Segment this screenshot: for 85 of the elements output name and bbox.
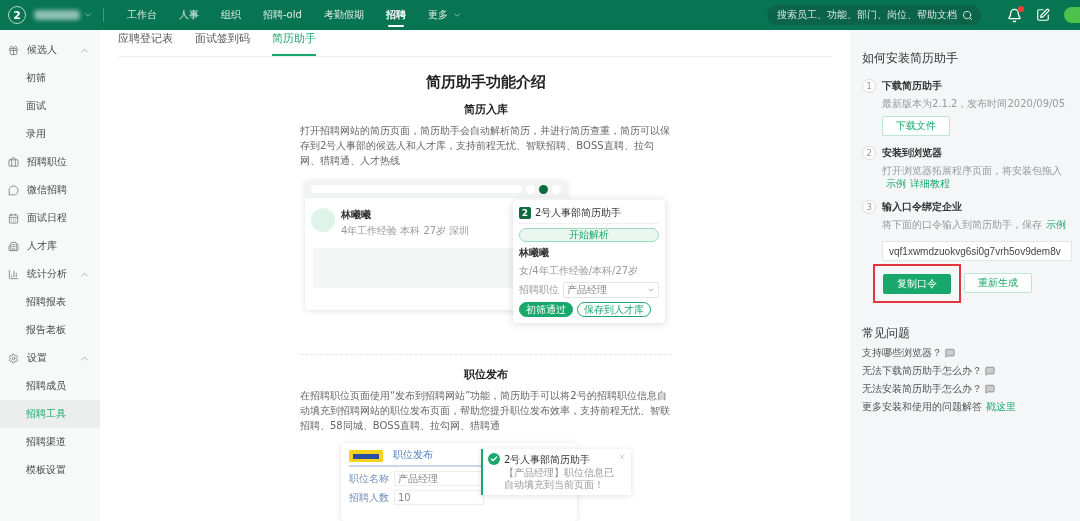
site-tab-label: 职位发布: [393, 448, 433, 462]
candidate-meta: 4年工作经验: [341, 224, 398, 238]
faq-question[interactable]: 支持哪些浏览器？: [862, 346, 942, 360]
sidebar-item[interactable]: 面试日程: [0, 204, 100, 232]
sidebar-icon: [8, 268, 19, 280]
popup-title: 2号人事部简历助手: [535, 206, 622, 220]
faq-title: 常见问题: [862, 325, 911, 342]
token-field[interactable]: vqf1xwmdzuokvg6si0g7vrh5ov9dem8v: [882, 241, 1072, 261]
extension-logo: 2: [519, 207, 531, 219]
panel-title: 如何安装简历助手: [862, 50, 959, 67]
candidate-meta: 本科: [400, 224, 421, 238]
section-heading: 职位发布: [464, 367, 508, 382]
step-description: 最新版本为2.1.2，发布时间2020/09/05: [882, 97, 1067, 110]
field-value: 10: [394, 490, 484, 505]
search-icon: [962, 9, 973, 21]
nav-tab[interactable]: 招聘-old: [252, 0, 313, 30]
sidebar-item[interactable]: 统计分析: [0, 260, 100, 288]
sidebar-icon: [8, 156, 19, 168]
field-label: 招聘职位: [519, 283, 559, 297]
chat-icon: [985, 384, 995, 394]
candidate-name: 林曦曦: [519, 246, 549, 260]
candidate-meta: 27岁: [423, 224, 447, 238]
search-placeholder: 搜索员工、功能、部门、岗位、帮助文档: [777, 8, 957, 22]
sidebar-icon: [8, 212, 19, 224]
step-number: 1: [862, 79, 876, 93]
sidebar-item[interactable]: 设置: [0, 344, 100, 372]
site-logo-icon: [349, 448, 383, 462]
candidate-name: 林曦曦: [341, 208, 371, 222]
step-number: 3: [862, 200, 876, 214]
page-title: 简历助手功能介绍: [426, 73, 546, 92]
step-title: 输入口令绑定企业: [882, 200, 963, 214]
nav-tab[interactable]: 人事: [168, 0, 210, 30]
step-number: 2: [862, 146, 876, 160]
caret-icon: [647, 286, 655, 294]
chat-icon: [985, 366, 995, 376]
section-text: 打开招聘网站的简历页面，简历助手会自动解析简历，并进行简历查重，简历可以保存到2号人事部的候选人和人才库，支持前程无忧、智联招聘、BOSS直聘、拉勾网、猎聘通、人才热线: [300, 124, 671, 168]
nav-tab[interactable]: 更多: [416, 0, 473, 30]
sidebar-item[interactable]: 模板设置: [0, 456, 100, 484]
sidebar-icon: [8, 44, 19, 56]
nav-tab[interactable]: 招聘: [374, 0, 417, 30]
faq-question[interactable]: 无法下载简历助手怎么办？: [862, 364, 982, 378]
avatar-placeholder: [311, 208, 335, 232]
faq-text: 更多安装和使用的问题解答 戳这里: [862, 400, 1016, 414]
sidebar-item[interactable]: 初筛: [0, 64, 100, 92]
sidebar-item[interactable]: 微信招聘: [0, 176, 100, 204]
faq-question[interactable]: 无法安装简历助手怎么办？: [862, 382, 982, 396]
bell-icon[interactable]: [1007, 7, 1022, 23]
nav-tab[interactable]: 考勤假期: [312, 0, 375, 30]
step-description: 打开浏览器拓展程序页面，将安装包拖入 示例 详细教程: [882, 164, 1063, 190]
toast-title: 2号人事部简历助手: [504, 453, 592, 467]
sidebar-icon: [8, 352, 19, 364]
blurred-company-name: [34, 10, 80, 20]
sidebar-item[interactable]: 人才库: [0, 232, 100, 260]
field-label: 职位名称: [349, 471, 389, 486]
section-text: 在招聘职位页面使用“发布到招聘网站”功能，简历助手可以将2号的招聘职位信息自动填充到招聘网站的职位发布页面，帮助您提升职位发布效率，支持前程无忧、智联招聘、58同城、BOSS直聘、拉勾网、猎聘通: [300, 389, 671, 433]
check-icon: [488, 453, 500, 465]
sidebar-item[interactable]: 招聘成员: [0, 372, 100, 400]
step-description: 将下面的口令输入到简历助手，保存 示例: [882, 218, 1067, 231]
section-heading: 简历入库: [464, 102, 508, 117]
step-title: 安装到浏览器: [882, 146, 943, 160]
sidebar-item[interactable]: 报告老板: [0, 316, 100, 344]
sidebar-item[interactable]: 招聘报表: [0, 288, 100, 316]
close-icon: [618, 453, 626, 461]
field-label: 招聘人数: [349, 490, 389, 505]
sidebar-item[interactable]: 面试: [0, 92, 100, 120]
candidate-meta: 深圳: [449, 224, 470, 238]
toast-message: 【产品经理】职位信息已自动填充到当前页面！: [504, 467, 614, 491]
sidebar-icon: [8, 184, 19, 196]
nav-tab[interactable]: 组织: [210, 0, 252, 30]
sidebar-item[interactable]: 录用: [0, 120, 100, 148]
step-title: 下载简历助手: [882, 79, 943, 93]
tab[interactable]: 应聘登记表: [118, 32, 173, 56]
sidebar-item[interactable]: 候选人: [0, 36, 100, 64]
avatar[interactable]: [1064, 7, 1080, 23]
candidate-meta: 女/4年工作经验/本科/27岁: [519, 264, 640, 278]
sidebar-item[interactable]: 招聘渠道: [0, 428, 100, 456]
search-field[interactable]: 搜索员工、功能、部门、岗位、帮助文档: [767, 5, 981, 25]
nav-tab[interactable]: 工作台: [116, 0, 168, 30]
chat-icon: [945, 348, 955, 358]
tab[interactable]: 面试签到码: [195, 32, 250, 56]
extension-dot: [539, 184, 548, 194]
sidebar-icon: [8, 240, 19, 252]
caret-icon: [83, 10, 93, 20]
edit-icon[interactable]: [1036, 8, 1050, 22]
sidebar-item[interactable]: 招聘职位: [0, 148, 100, 176]
